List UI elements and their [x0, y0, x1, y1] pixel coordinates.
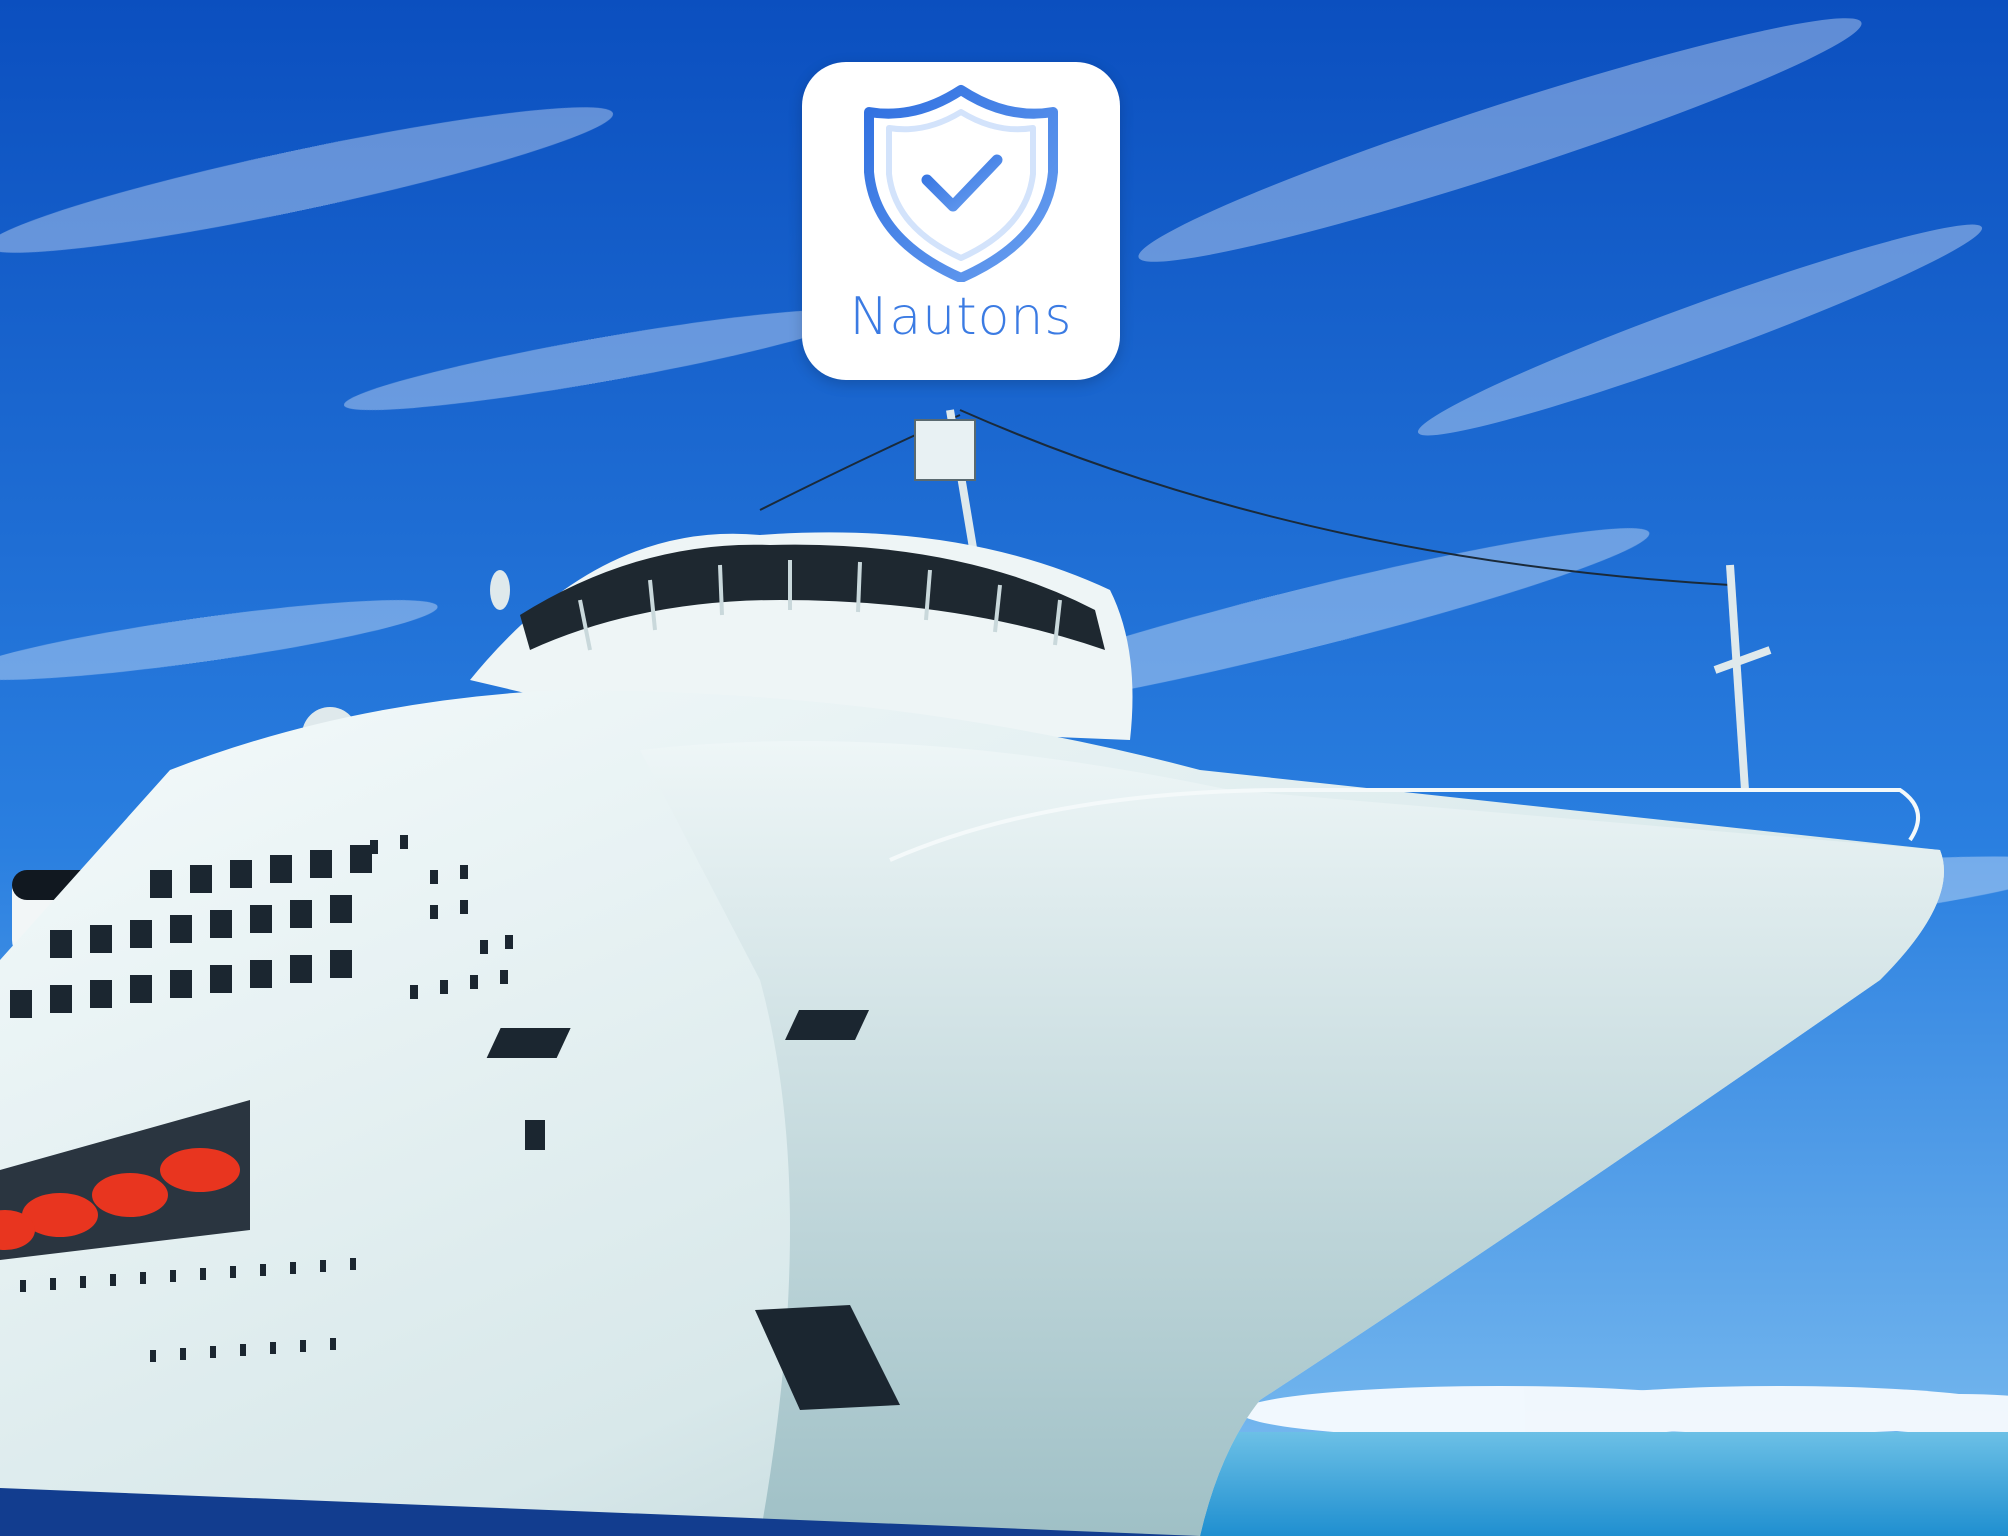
- app-icon[interactable]: Nautons: [802, 62, 1120, 380]
- cruise-ship-scene: Nautons: [0, 0, 2008, 1536]
- shield-check-icon: [864, 85, 1058, 282]
- app-name: Nautons: [849, 287, 1073, 347]
- horizon-clouds: [1240, 1386, 2008, 1438]
